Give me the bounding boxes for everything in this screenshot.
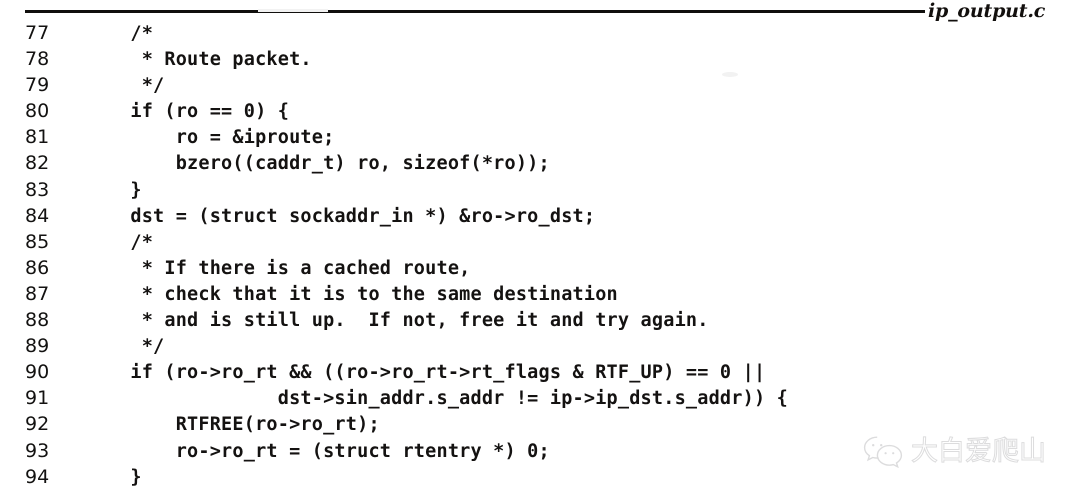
line-number: 88 [25, 309, 50, 332]
line-number: 87 [25, 282, 50, 305]
line-number: 90 [25, 361, 50, 384]
line-code: if (ro == 0) { [85, 101, 290, 123]
line-code: if (ro->ro_rt && ((ro->ro_rt->rt_flags &… [85, 362, 766, 384]
code-line: 90 if (ro->ro_rt && ((ro->ro_rt->rt_flag… [0, 359, 1080, 385]
line-number: 78 [25, 48, 50, 71]
line-number: 92 [25, 413, 50, 436]
line-code: /* [85, 231, 154, 253]
code-line: 94 } [0, 464, 1080, 490]
line-number: 93 [25, 439, 50, 462]
code-line: 83 } [0, 177, 1080, 203]
line-code: ro->ro_rt = (struct rtentry *) 0; [85, 440, 550, 462]
code-listing: 77 /* 78 * Route packet. 79 */80 if (ro ==… [0, 20, 1080, 490]
code-line: 78 * Route packet. [0, 46, 1080, 72]
line-code: dst->sin_addr.s_addr != ip->ip_dst.s_add… [85, 388, 788, 410]
line-code: /* [85, 23, 154, 44]
line-number: 80 [25, 100, 50, 123]
line-code: */ [85, 75, 165, 97]
scanned-code-page: ip_output.c 77 /* 78 * Route packet. 79 */… [0, 0, 1080, 501]
code-line: 87 * check that it is to the same destin… [0, 281, 1080, 307]
code-line: 89 */ [0, 333, 1080, 359]
line-number: 94 [25, 465, 50, 488]
line-code: * check that it is to the same destinati… [85, 283, 618, 305]
code-line: 92 RTFREE(ro->ro_rt); [0, 411, 1080, 437]
line-number: 77 [25, 22, 50, 44]
line-code: */ [85, 336, 165, 358]
code-line: 80 if (ro == 0) { [0, 98, 1080, 124]
code-line: 88 * and is still up. If not, free it an… [0, 307, 1080, 333]
line-number: 81 [25, 126, 50, 149]
line-number: 86 [25, 256, 50, 279]
line-number: 79 [25, 74, 50, 97]
horizontal-rule-icon [25, 10, 925, 13]
code-line: 82 bzero((caddr_t) ro, sizeof(*ro)); [0, 150, 1080, 176]
line-code: * and is still up. If not, free it and t… [85, 310, 709, 332]
code-line: 81 ro = &iproute; [0, 124, 1080, 150]
code-line: 86 * If there is a cached route, [0, 255, 1080, 281]
line-number: 85 [25, 230, 50, 253]
code-line: 85 /* [0, 229, 1080, 255]
line-code: } [85, 179, 142, 201]
line-code: * Route packet. [85, 49, 312, 71]
line-code: dst = (struct sockaddr_in *) &ro->ro_dst… [85, 205, 596, 227]
code-line: 79 */ [0, 72, 1080, 98]
line-code: bzero((caddr_t) ro, sizeof(*ro)); [85, 153, 550, 175]
code-line: 91 dst->sin_addr.s_addr != ip->ip_dst.s_… [0, 385, 1080, 411]
line-code: ro = &iproute; [85, 127, 335, 149]
line-code: } [85, 466, 142, 488]
code-line: 84 dst = (struct sockaddr_in *) &ro->ro_… [0, 203, 1080, 229]
source-filename-label: ip_output.c [928, 0, 1046, 22]
line-code: * If there is a cached route, [85, 257, 471, 279]
line-number: 91 [25, 387, 50, 410]
line-number: 82 [25, 152, 50, 175]
line-number: 89 [25, 335, 50, 358]
line-code: RTFREE(ro->ro_rt); [85, 414, 380, 436]
code-line: 77 /* [0, 20, 1080, 46]
line-number: 83 [25, 178, 50, 201]
line-number: 84 [25, 204, 50, 227]
code-line: 93 ro->ro_rt = (struct rtentry *) 0; [0, 438, 1080, 464]
